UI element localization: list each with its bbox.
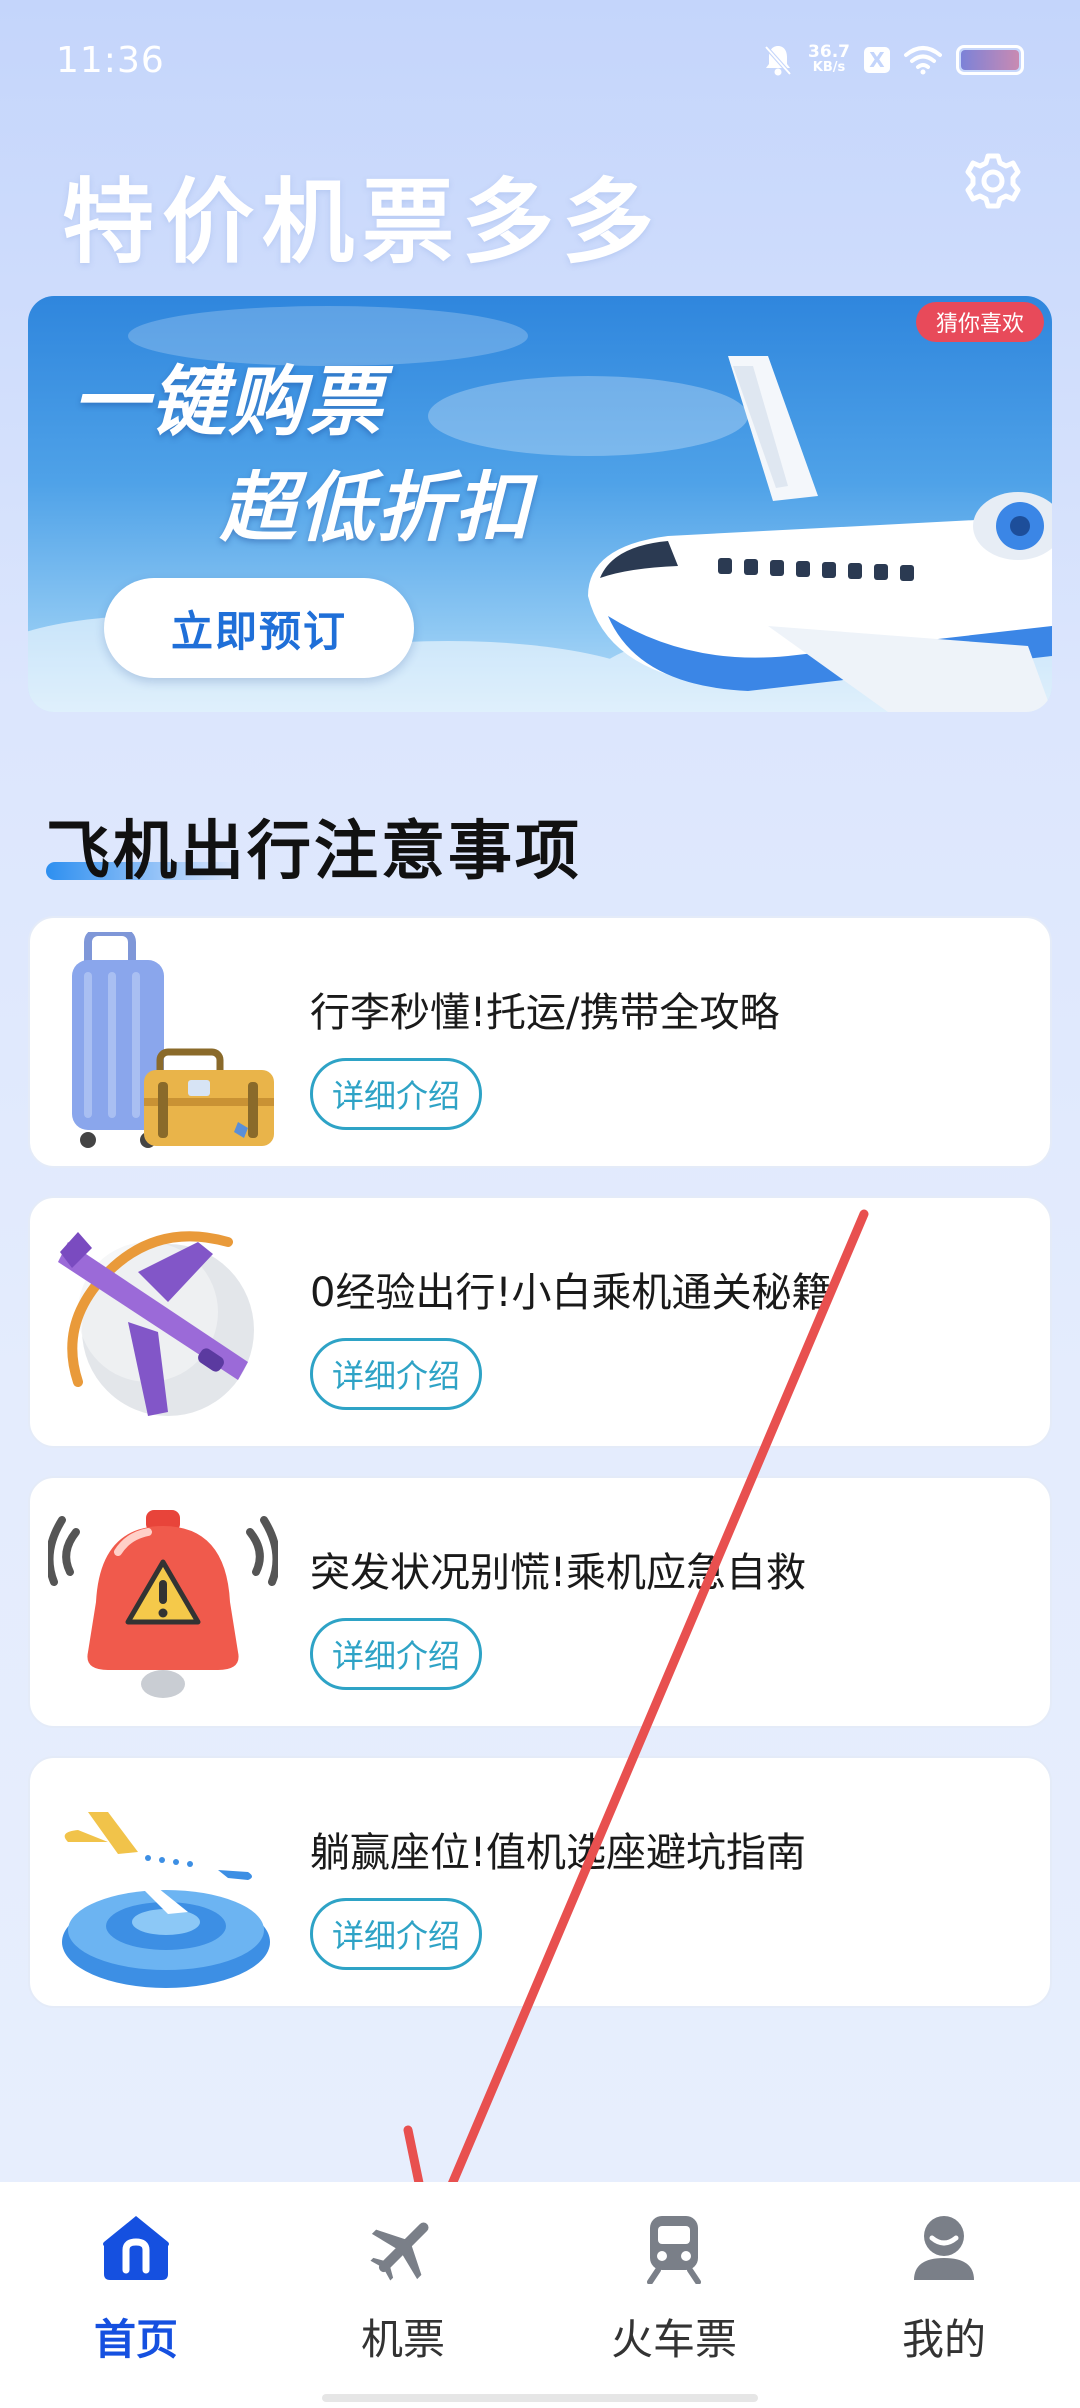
tab-profile[interactable]: 我的 xyxy=(844,2212,1044,2382)
tab-flights-label: 机票 xyxy=(360,2315,445,2364)
tab-flights[interactable]: 机票 xyxy=(303,2212,503,2382)
card-title: 突发状况别慌!乘机应急自救 xyxy=(310,1550,807,1596)
train-icon xyxy=(647,2216,701,2284)
airplane-seat-icon xyxy=(62,1812,270,1988)
section-title: 飞机出行注意事项 xyxy=(46,815,582,889)
promo-banner[interactable]: 猜你喜欢 一键购票 超低折扣 立即预订 xyxy=(28,296,1052,712)
status-icons: 36.7 KB/s X xyxy=(762,40,1024,80)
card-title: 行李秒懂!托运/携带全攻略 xyxy=(310,990,780,1036)
tab-home[interactable]: 首页 xyxy=(36,2212,236,2382)
airplane-icon xyxy=(370,2222,429,2281)
list-item[interactable]: 0经验出行!小白乘机通关秘籍 详细介绍 xyxy=(28,1196,1052,1448)
gear-icon[interactable] xyxy=(962,150,1024,212)
airplane-globe-icon xyxy=(58,1231,254,1416)
list-item[interactable]: 突发状况别慌!乘机应急自救 详细介绍 xyxy=(28,1476,1052,1728)
app-title: 特价机票多多 xyxy=(62,169,663,276)
network-speed: 36.7 KB/s xyxy=(808,44,850,76)
alarm-bell-icon xyxy=(48,1510,278,1698)
section-header: 飞机出行注意事项 xyxy=(46,800,582,892)
user-icon xyxy=(914,2216,974,2280)
details-button[interactable]: 详细介绍 xyxy=(310,1618,482,1690)
battery-icon xyxy=(956,45,1024,75)
tab-trains[interactable]: 火车票 xyxy=(574,2212,774,2382)
bell-muted-icon xyxy=(764,45,792,76)
home-icon xyxy=(103,2216,169,2280)
banner-tag: 猜你喜欢 xyxy=(915,302,1044,342)
book-now-button[interactable]: 立即预订 xyxy=(104,578,414,678)
card-title: 0经验出行!小白乘机通关秘籍 xyxy=(310,1270,832,1316)
network-speed-unit: KB/s xyxy=(812,60,846,75)
list-item[interactable]: 行李秒懂!托运/携带全攻略 详细介绍 xyxy=(28,916,1052,1168)
details-button[interactable]: 详细介绍 xyxy=(310,1058,482,1130)
tab-home-label: 首页 xyxy=(93,2315,178,2364)
details-button[interactable]: 详细介绍 xyxy=(310,1898,482,1970)
banner-headline-1: 一键购票 xyxy=(72,357,384,446)
luggage-icon xyxy=(72,932,274,1148)
home-indicator xyxy=(322,2394,758,2402)
status-time: 11:36 xyxy=(56,40,165,81)
wifi-icon xyxy=(904,46,942,75)
status-bar: 11:36 36.7 KB/s X xyxy=(0,0,1080,120)
details-button[interactable]: 详细介绍 xyxy=(310,1338,482,1410)
x-badge-icon: X xyxy=(864,47,890,73)
card-title: 躺赢座位!值机选座避坑指南 xyxy=(310,1830,807,1876)
list-item[interactable]: 躺赢座位!值机选座避坑指南 详细介绍 xyxy=(28,1756,1052,2008)
banner-headline-2: 超低折扣 xyxy=(220,463,532,552)
tab-trains-label: 火车票 xyxy=(610,2315,737,2364)
network-speed-value: 36.7 xyxy=(808,42,850,62)
tab-profile-label: 我的 xyxy=(901,2315,986,2364)
bottom-tab-bar: 首页 机票 火车票 我的 xyxy=(0,2182,1080,2408)
